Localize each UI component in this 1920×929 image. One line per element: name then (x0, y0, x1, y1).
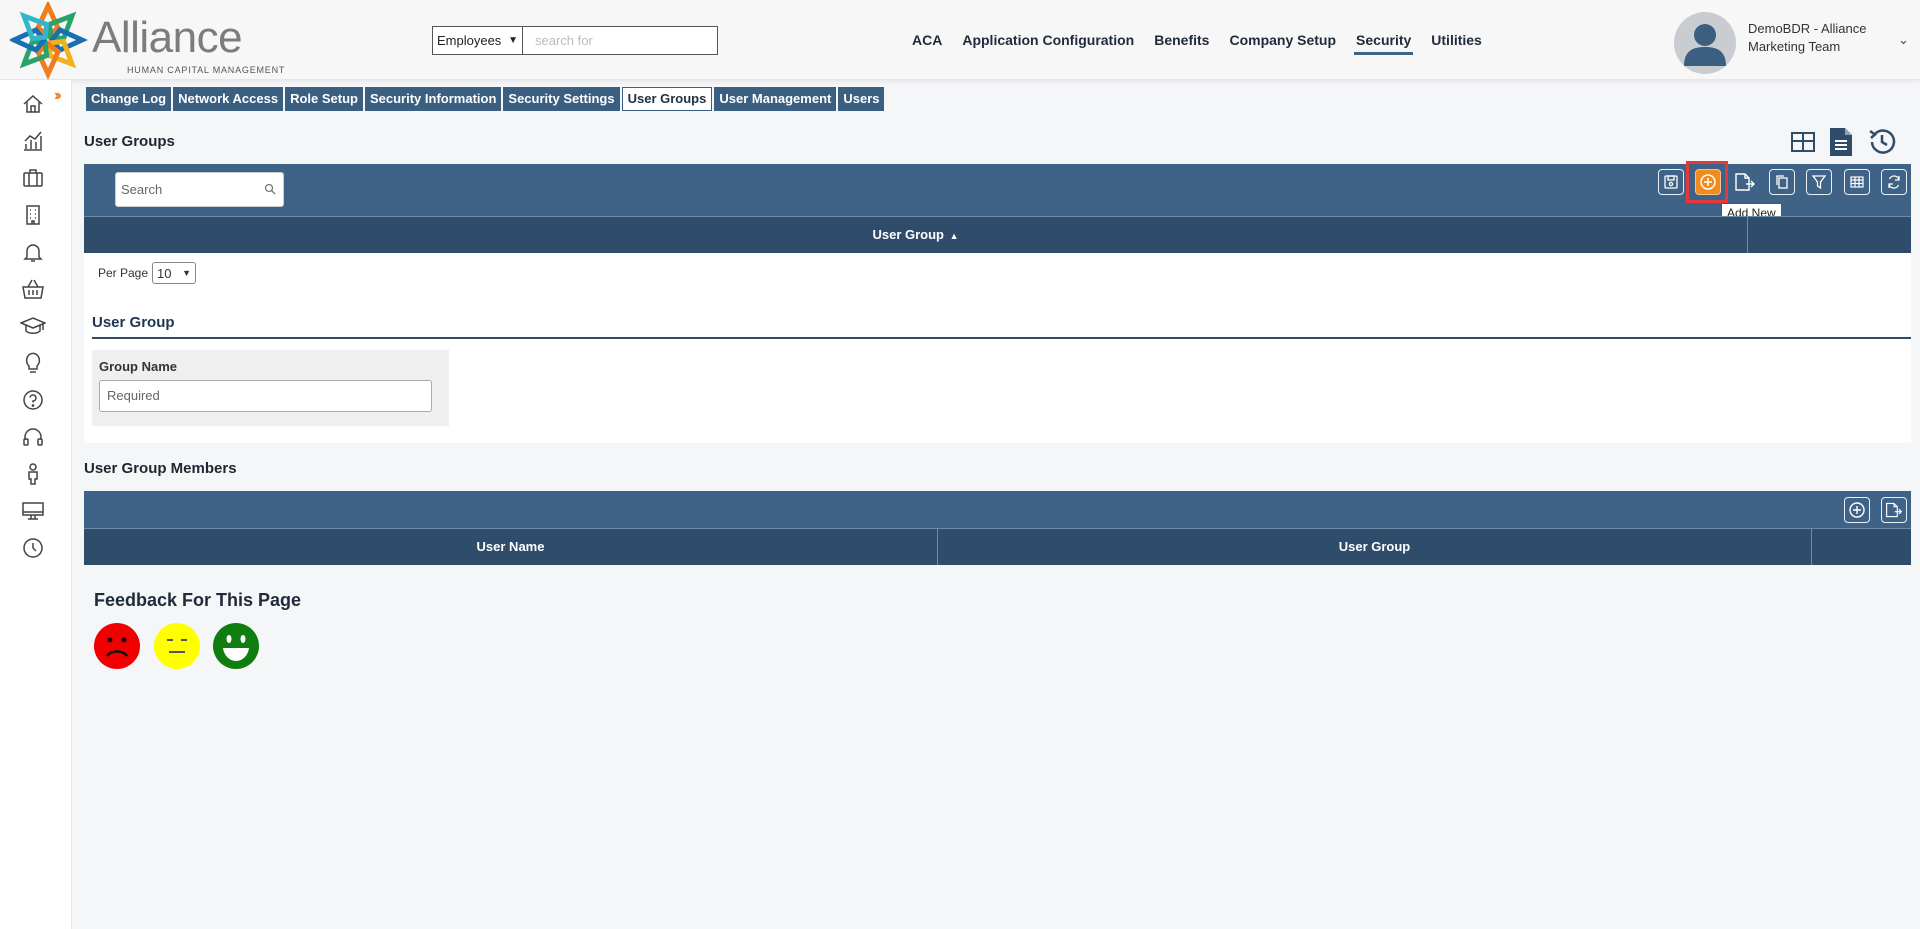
column-divider (1811, 529, 1812, 565)
briefcase-icon[interactable] (20, 165, 46, 191)
building-icon[interactable] (20, 202, 46, 228)
alliance-star-icon (7, 0, 89, 81)
grid-search-input[interactable]: Search (115, 172, 284, 207)
table-icon (1850, 176, 1864, 188)
global-search: Employees ▼ search for (432, 26, 718, 55)
user-silhouette-icon (1684, 24, 1726, 66)
sidebar: ›› (0, 80, 72, 929)
sad-face-icon[interactable] (93, 622, 141, 670)
security-subtabs: Change Log Network Access Role Setup Sec… (86, 87, 885, 111)
neutral-face-icon[interactable] (153, 622, 201, 670)
logo-subtitle: HUMAN CAPITAL MANAGEMENT (127, 65, 286, 75)
search-icon (264, 183, 276, 195)
column-header-user-group[interactable]: User Group (938, 529, 1811, 565)
chevron-down-icon[interactable]: ⌄ (1898, 32, 1909, 48)
clock-icon[interactable] (20, 535, 46, 561)
tab-change-log[interactable]: Change Log (86, 87, 172, 111)
monitor-icon[interactable] (20, 498, 46, 524)
copy-button[interactable] (1769, 169, 1795, 195)
home-icon[interactable] (20, 91, 46, 117)
add-new-highlight (1686, 161, 1728, 203)
refresh-button[interactable] (1881, 169, 1907, 195)
user-group-form-title: User Group (92, 314, 175, 331)
bell-icon[interactable] (20, 239, 46, 265)
group-name-label: Group Name (99, 359, 178, 374)
members-grid-header: User Name User Group (84, 528, 1911, 565)
chevron-down-icon: ▼ (182, 268, 192, 278)
history-icon[interactable] (1866, 126, 1898, 161)
filter-icon (1811, 175, 1827, 190)
tab-security-settings[interactable]: Security Settings (503, 87, 620, 111)
nav-security[interactable]: Security (1354, 29, 1414, 55)
happy-face-icon[interactable] (212, 622, 260, 670)
members-grid-toolbar (84, 491, 1911, 528)
column-divider (1747, 217, 1748, 253)
sort-asc-icon: ▲ (949, 231, 959, 241)
help-icon[interactable] (20, 387, 46, 413)
profile-name: DemoBDR - Alliance Marketing Team (1748, 21, 1867, 54)
tab-user-groups[interactable]: User Groups (621, 87, 713, 111)
chevron-down-icon: ▼ (508, 35, 518, 46)
save-icon (1664, 175, 1678, 189)
user-groups-grid-toolbar: Search (84, 164, 1911, 216)
column-header-label: User Group (872, 227, 944, 242)
save-layout-button[interactable] (1658, 169, 1684, 195)
alliance-logo[interactable]: Alliance HUMAN CAPITAL MANAGEMENT (7, 0, 284, 81)
per-page-select[interactable]: 10 ▼ (152, 262, 197, 284)
per-page-value: 10 (157, 265, 172, 281)
nav-application-configuration[interactable]: Application Configuration (960, 29, 1136, 55)
tab-role-setup[interactable]: Role Setup (285, 87, 363, 111)
add-member-button[interactable] (1844, 497, 1870, 523)
pagination: Per Page 10 ▼ (98, 262, 197, 284)
feedback-title: Feedback For This Page (94, 590, 302, 610)
refresh-icon (1888, 175, 1900, 189)
grid-layout-icon[interactable] (1790, 131, 1816, 156)
tab-user-management[interactable]: User Management (714, 87, 837, 111)
nav-company-setup[interactable]: Company Setup (1227, 29, 1338, 55)
top-nav: ACA Application Configuration Benefits C… (910, 29, 1484, 55)
group-name-field: Group Name Required (92, 350, 449, 426)
headset-icon[interactable] (20, 424, 46, 450)
chart-icon[interactable] (20, 128, 46, 154)
export-button[interactable] (1732, 169, 1758, 195)
logo-wordmark: Alliance (92, 13, 243, 62)
divider (92, 337, 1911, 339)
export-icon (1735, 173, 1755, 191)
export-members-button[interactable] (1881, 497, 1907, 523)
user-profile-menu[interactable]: DemoBDR - Alliance Marketing Team ⌄ (1674, 12, 1914, 74)
expand-sidebar-icon[interactable]: ›› (54, 87, 61, 105)
app-header: Alliance HUMAN CAPITAL MANAGEMENT Employ… (0, 0, 1920, 81)
filter-button[interactable] (1806, 169, 1832, 195)
nav-benefits[interactable]: Benefits (1152, 29, 1211, 55)
tab-users[interactable]: Users (838, 87, 885, 111)
per-page-label: Per Page (98, 266, 149, 280)
page-title: User Groups (84, 133, 175, 150)
column-header-user-group[interactable]: User Group ▲ (84, 217, 1747, 253)
document-icon[interactable] (1828, 126, 1854, 161)
user-groups-grid-body: Per Page 10 ▼ User Group Group Name Requ… (84, 253, 1911, 443)
graduation-cap-icon[interactable] (20, 313, 46, 339)
user-groups-grid-header: User Group ▲ (84, 216, 1911, 253)
basket-icon[interactable] (20, 276, 46, 302)
members-title: User Group Members (84, 460, 237, 477)
copy-icon (1776, 175, 1788, 189)
lightbulb-icon[interactable] (20, 350, 46, 376)
tab-security-information[interactable]: Security Information (364, 87, 502, 111)
search-scope-select[interactable]: Employees ▼ (432, 26, 522, 55)
avatar (1674, 12, 1736, 74)
page-actions (1790, 126, 1898, 161)
column-header-user-name[interactable]: User Name (84, 529, 937, 565)
export-icon (1886, 502, 1903, 518)
grid-search-placeholder: Search (121, 182, 163, 197)
nav-utilities[interactable]: Utilities (1429, 29, 1484, 55)
tab-network-access[interactable]: Network Access (173, 87, 284, 111)
group-name-input[interactable]: Required (99, 380, 432, 412)
plus-circle-icon (1849, 502, 1865, 518)
columns-button[interactable] (1844, 169, 1870, 195)
person-icon[interactable] (20, 461, 46, 487)
nav-aca[interactable]: ACA (910, 29, 944, 55)
global-search-input[interactable]: search for (522, 26, 718, 55)
search-scope-value: Employees (437, 33, 502, 48)
